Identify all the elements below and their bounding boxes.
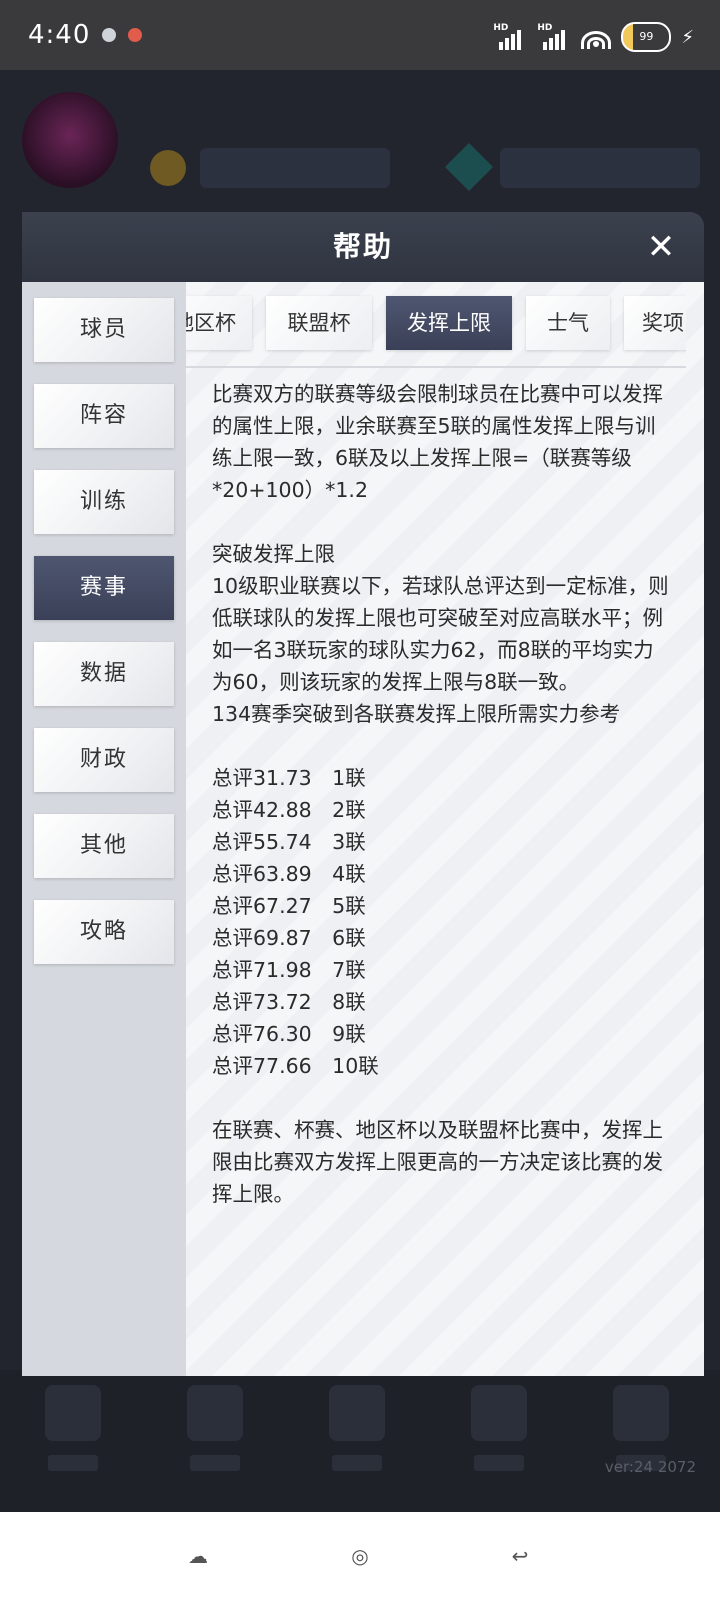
list-item: 总评67.27 5联 [212, 894, 366, 918]
list-item: 总评77.66 10联 [212, 1054, 379, 1078]
sidebar-item-data[interactable]: 数据 [34, 642, 174, 706]
chat-bubble-icon [102, 28, 117, 42]
tab-alliance-cup[interactable]: 联盟杯 [266, 296, 372, 350]
trophy-icon [170, 1375, 260, 1485]
app-notification-icon [128, 28, 143, 42]
closing-paragraph: 在联赛、杯赛、地区杯以及联盟杯比赛中，发挥上限由比赛双方发挥上限更高的一方决定该… [212, 1118, 663, 1206]
signal-icon: HD [537, 24, 571, 50]
network-type-label: HD [537, 23, 553, 33]
list-item: 总评76.30 9联 [212, 1022, 366, 1046]
coin-icon [150, 150, 186, 186]
help-content: 地区杯 联盟杯 发挥上限 士气 奖项 比赛双方的联赛等级会限制球员在比赛中可以发… [186, 282, 704, 1376]
network-type-label: HD [493, 23, 509, 33]
intro-paragraph: 比赛双方的联赛等级会限制球员在比赛中可以发挥的属性上限，业余联赛至5联的属性发挥… [212, 382, 663, 502]
sidebar-item-guide[interactable]: 攻略 [34, 900, 174, 964]
dialog-header: 帮助 ✕ [22, 212, 704, 282]
battery-icon: 99 [621, 22, 672, 52]
back-icon[interactable]: ↩ [508, 1544, 532, 1568]
season-reference: 134赛季突破到各联赛发挥上限所需实力参考 [212, 702, 621, 726]
version-label: ver:24 2072 [604, 1458, 696, 1476]
sidebar-item-training[interactable]: 训练 [34, 470, 174, 534]
avatar [22, 92, 118, 188]
sidebar-item-lineup[interactable]: 阵容 [34, 384, 174, 448]
breakthrough-paragraph: 10级职业联赛以下，若球队总评达到一定标准，则低联球队的发挥上限也可突破至对应高… [212, 574, 669, 694]
help-sidebar: 球员 阵容 训练 赛事 数据 财政 其他 攻略 [22, 282, 186, 1376]
sidebar-item-events[interactable]: 赛事 [34, 556, 174, 620]
list-item: 总评73.72 8联 [212, 990, 366, 1014]
gem-icon [444, 142, 494, 192]
tab-morale[interactable]: 士气 [526, 296, 610, 350]
list-item: 总评55.74 3联 [212, 830, 366, 854]
dialog-title: 帮助 [332, 230, 393, 263]
threshold-list: 总评31.73 1联 总评42.88 2联 总评55.74 3联 总评63.89… [212, 762, 672, 1082]
list-item: 总评71.98 7联 [212, 958, 366, 982]
section-heading: 突破发挥上限 [212, 542, 335, 566]
help-article: 比赛双方的联赛等级会限制球员在比赛中可以发挥的属性上限，业余联赛至5联的属性发挥… [212, 378, 672, 1242]
list-item: 总评31.73 1联 [212, 766, 366, 790]
help-dialog: 帮助 ✕ 球员 阵容 训练 赛事 数据 财政 其他 攻略 地区杯 联盟杯 发挥上… [22, 212, 704, 1376]
sidebar-item-finance[interactable]: 财政 [34, 728, 174, 792]
signal-icon: HD [493, 24, 527, 50]
system-nav-bar: ☁ ◎ ↩ [0, 1512, 720, 1600]
sidebar-item-other[interactable]: 其他 [34, 814, 174, 878]
coin-balance [200, 148, 390, 188]
gem-balance [500, 148, 700, 188]
status-time: 4:40 [28, 20, 91, 50]
close-button[interactable]: ✕ [638, 224, 684, 270]
charging-icon: ⚡ [681, 26, 694, 48]
status-bar: 4:40 HD HD 99 ⚡ [0, 0, 720, 70]
group-icon [454, 1375, 544, 1485]
list-item: 总评63.89 4联 [212, 862, 366, 886]
calendar-icon [28, 1375, 118, 1485]
list-item: 总评69.87 6联 [212, 926, 366, 950]
dialog-body: 球员 阵容 训练 赛事 数据 财政 其他 攻略 地区杯 联盟杯 发挥上限 士气 … [22, 282, 704, 1376]
tab-awards[interactable]: 奖项 [624, 296, 686, 350]
tab-performance-cap[interactable]: 发挥上限 [386, 296, 512, 350]
home-icon[interactable]: ◎ [348, 1544, 372, 1568]
tab-bar[interactable]: 地区杯 联盟杯 发挥上限 士气 奖项 [186, 282, 686, 368]
list-item: 总评42.88 2联 [212, 798, 366, 822]
coins-icon [312, 1375, 402, 1485]
assistant-icon[interactable]: ☁ [186, 1544, 210, 1568]
tab-regional-cup[interactable]: 地区杯 [186, 296, 252, 350]
wifi-icon [581, 25, 612, 49]
sidebar-item-players[interactable]: 球员 [34, 298, 174, 362]
